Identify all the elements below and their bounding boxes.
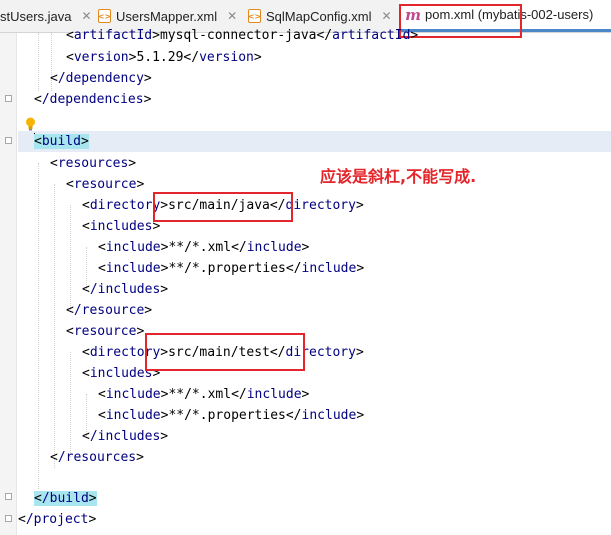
code-line: <resource> [66, 177, 145, 192]
code-line: </project> [18, 512, 97, 527]
annotation-text: 应该是斜杠,不能写成. [320, 167, 477, 186]
indent-guide [54, 184, 55, 468]
code-line: <resource> [66, 324, 145, 339]
fold-icon[interactable] [5, 137, 12, 144]
code-line: </dependency> [50, 71, 152, 86]
indent-guide [38, 163, 39, 489]
fold-icon[interactable] [5, 493, 12, 500]
maven-icon: m [405, 5, 421, 24]
indent-guide [70, 205, 71, 310]
code-line: </resources> [50, 450, 144, 465]
code-editor[interactable]: <artifactId>mysql-connector-java</artifa… [18, 28, 611, 535]
close-icon[interactable]: ✕ [82, 9, 92, 23]
code-line: </build> [34, 491, 97, 506]
code-line: <include>**/*.properties</include> [98, 261, 365, 276]
code-line: </includes> [82, 282, 169, 297]
tab-pom-xml[interactable]: m pom.xml (mybatis-002-users) [400, 0, 611, 32]
code-line: </dependencies> [34, 92, 152, 107]
close-icon[interactable]: ✕ [227, 9, 237, 23]
code-line: <includes> [82, 366, 161, 381]
code-line: <version>5.1.29</version> [66, 50, 262, 65]
code-line: <include>**/*.properties</include> [98, 408, 365, 423]
fold-icon[interactable] [5, 95, 12, 102]
close-icon[interactable]: ✕ [382, 9, 392, 23]
code-line: <artifactId>mysql-connector-java</artifa… [66, 28, 419, 43]
tab-label: UsersMapper.xml [116, 8, 218, 24]
indent-guide [38, 33, 39, 91]
xml-file-icon: <> [248, 9, 261, 23]
code-line: <resources> [50, 156, 137, 171]
xml-file-icon: <> [98, 9, 111, 23]
tab-label: stUsers.java [0, 8, 72, 24]
code-line: <directory>src/main/test</directory> [82, 345, 364, 360]
tab-label: SqlMapConfig.xml [266, 8, 372, 24]
fold-icon[interactable] [5, 515, 12, 522]
editor-gutter [0, 33, 17, 535]
code-line: <includes> [82, 219, 161, 234]
code-line: <include>**/*.xml</include> [98, 387, 310, 402]
tab-label: pom.xml (mybatis-002-users) [425, 7, 594, 22]
code-line: <directory>src/main/java</directory> [82, 198, 364, 213]
indent-guide [70, 352, 71, 457]
code-line: <include>**/*.xml</include> [98, 240, 310, 255]
code-line: </resource> [66, 303, 153, 318]
code-line-current: <build> [18, 131, 611, 152]
code-line: </includes> [82, 429, 169, 444]
